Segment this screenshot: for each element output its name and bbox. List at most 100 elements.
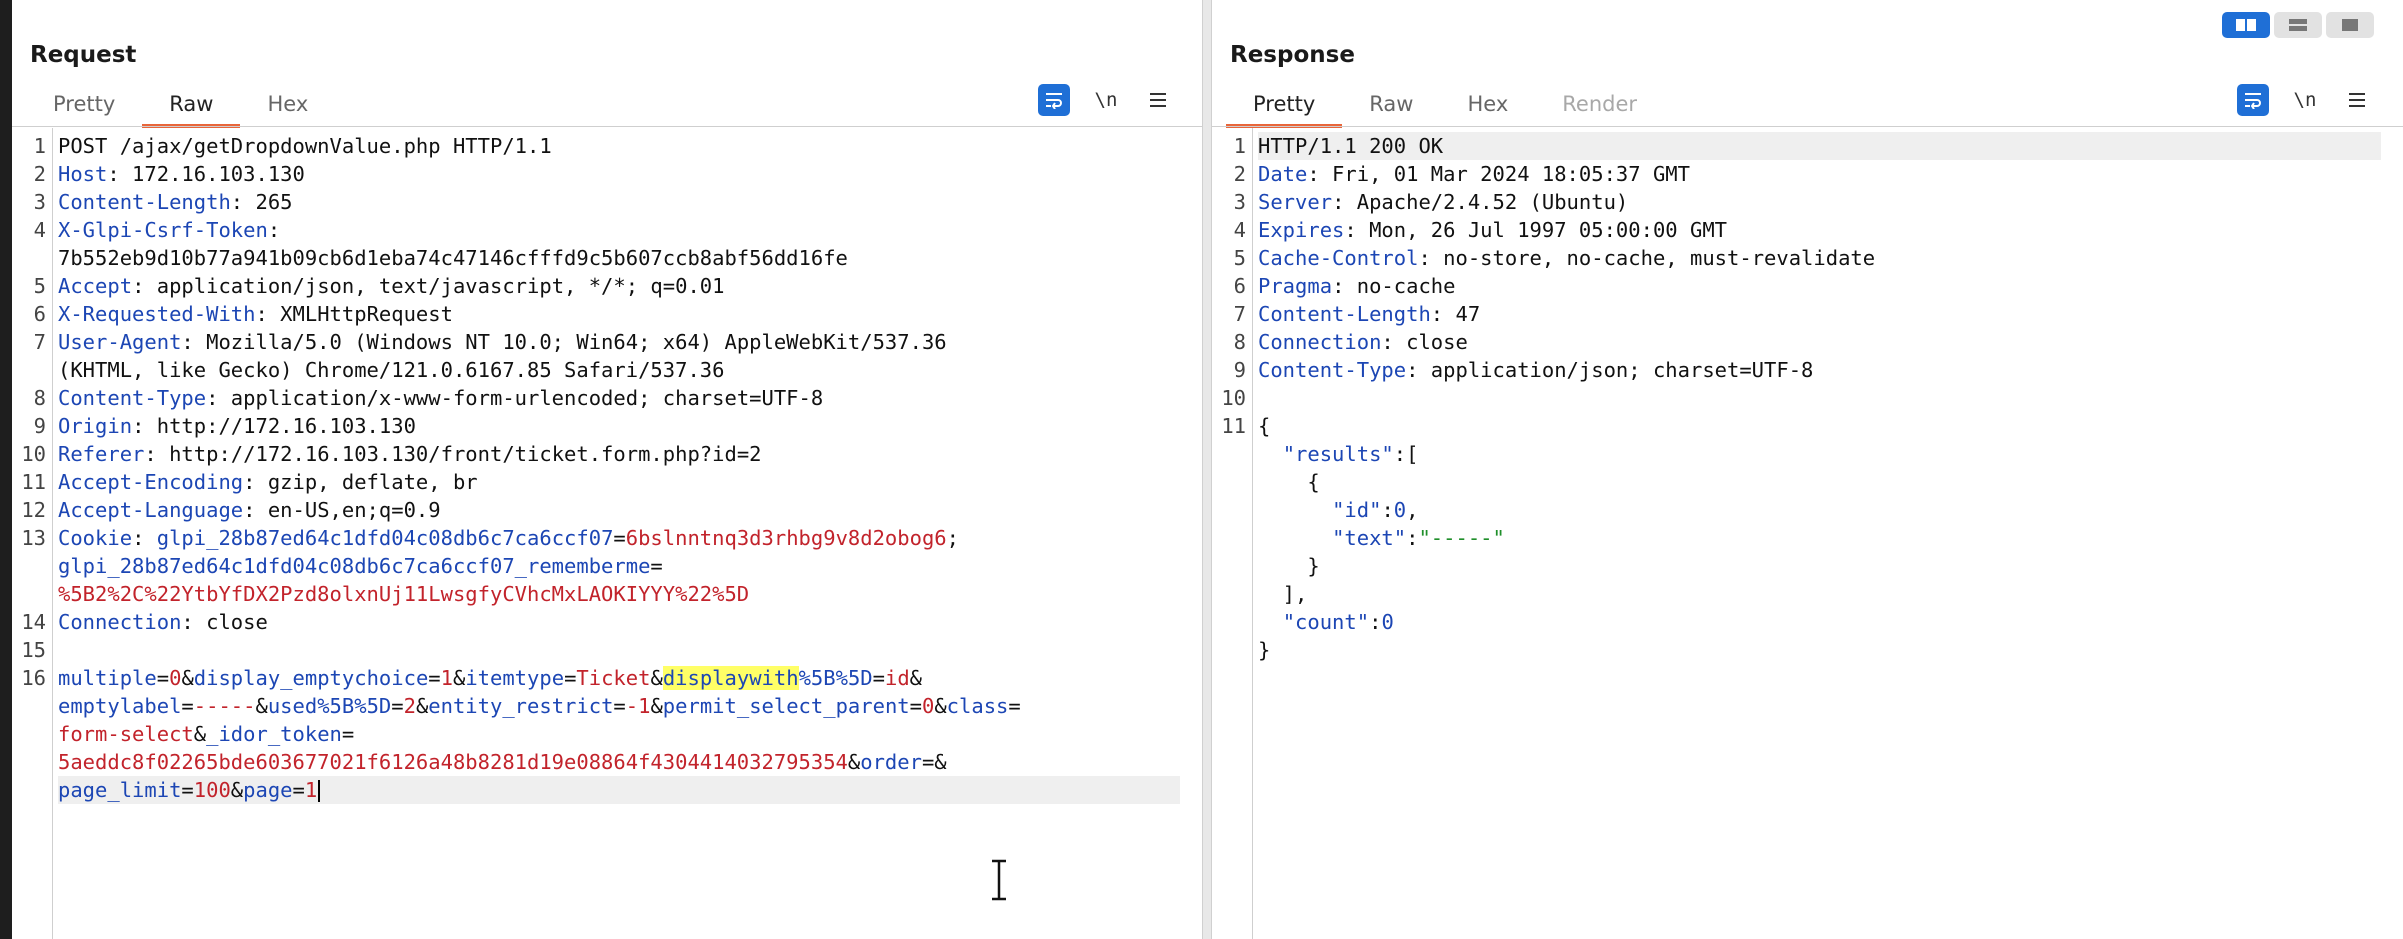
line-number: 4	[33, 218, 46, 242]
code-line: Cookie: glpi_28b87ed64c1dfd04c08db6c7ca6…	[58, 524, 959, 552]
response-tab-raw[interactable]: Raw	[1342, 84, 1440, 124]
code-token: 1	[304, 778, 318, 802]
code-token: =	[909, 694, 922, 718]
line-number: 5	[1233, 246, 1246, 270]
code-token: : no-store, no-cache, must-revalidate	[1418, 246, 1876, 270]
code-line: Origin: http://172.16.103.130	[58, 412, 416, 440]
code-line: }	[1258, 636, 1270, 664]
code-token: : no-cache	[1332, 274, 1456, 298]
code-token: &	[415, 694, 429, 718]
split-horizontal-icon[interactable]	[2222, 12, 2270, 38]
code-line: Connection: close	[1258, 328, 1468, 356]
code-token: User-Agent	[58, 330, 182, 354]
code-token: ],	[1258, 582, 1308, 606]
code-token: =	[564, 666, 577, 690]
text-cursor-icon	[992, 859, 1006, 901]
split-vertical-icon[interactable]	[2274, 12, 2322, 38]
code-token: }	[1258, 554, 1320, 578]
newline-toggle-label: \n	[1094, 89, 1118, 111]
code-token: id	[884, 666, 910, 690]
code-token: 0	[169, 666, 182, 690]
code-token: emptylabel	[58, 694, 182, 718]
code-token: =	[391, 694, 404, 718]
code-line: Date: Fri, 01 Mar 2024 18:05:37 GMT	[1258, 160, 1690, 188]
line-number: 7	[1233, 302, 1246, 326]
code-token: Ticket	[576, 666, 651, 690]
code-token: : Apache/2.4.52 (Ubuntu)	[1332, 190, 1629, 214]
line-number: 15	[21, 638, 46, 662]
code-line: Content-Length: 265	[58, 188, 293, 216]
hamburger-menu-icon[interactable]	[2341, 84, 2373, 116]
line-number: 2	[1233, 162, 1246, 186]
code-token: Host	[58, 162, 108, 186]
code-line: Accept: application/json, text/javascrip…	[58, 272, 724, 300]
code-token: HTTP/1.1 200 OK	[1258, 134, 1444, 158]
code-token: : en-US,en;q=0.9	[243, 498, 441, 522]
code-token: _idor_token	[206, 722, 342, 746]
code-token: :	[1406, 526, 1419, 550]
code-token: multiple	[58, 666, 157, 690]
code-token: =	[156, 666, 170, 690]
code-line: Content-Length: 47	[1258, 300, 1480, 328]
code-token: Connection	[1258, 330, 1382, 354]
code-token: &	[847, 750, 861, 774]
wrap-lines-icon[interactable]	[1038, 84, 1070, 116]
code-token: =	[428, 666, 441, 690]
code-token: =	[181, 694, 194, 718]
code-line: Referer: http://172.16.103.130/front/tic…	[58, 440, 762, 468]
code-token: page	[243, 778, 293, 802]
line-number: 9	[1233, 358, 1246, 382]
line-number: 7	[33, 330, 46, 354]
response-tab-hex[interactable]: Hex	[1440, 84, 1535, 124]
single-pane-icon[interactable]	[2326, 12, 2374, 38]
show-newlines-icon[interactable]: \n	[2289, 84, 2321, 116]
show-newlines-icon[interactable]: \n	[1090, 84, 1122, 116]
code-line: Content-Type: application/json; charset=…	[1258, 356, 1813, 384]
request-tabs: Pretty Raw Hex	[26, 84, 335, 128]
text-caret	[318, 780, 321, 802]
pane-divider[interactable]	[1202, 0, 1212, 939]
code-line: "id":0,	[1258, 496, 1418, 524]
code-token: Content-Length	[1258, 302, 1431, 326]
code-token: Cache-Control	[1258, 246, 1419, 270]
code-token: 0	[921, 694, 935, 718]
request-tab-raw[interactable]: Raw	[142, 84, 241, 128]
code-token: "results"	[1282, 442, 1394, 466]
code-token: : Mozilla/5.0 (Windows NT 10.0; Win64; x…	[181, 330, 947, 354]
hamburger-menu-icon[interactable]	[1142, 84, 1174, 116]
response-editor[interactable]: 1 HTTP/1.1 200 OK 2 Date: Fri, 01 Mar 2024 …	[1212, 128, 2403, 939]
code-token: Accept	[58, 274, 133, 298]
response-tab-render[interactable]: Render	[1535, 84, 1664, 124]
code-token: : Fri, 01 Mar 2024 18:05:37 GMT	[1307, 162, 1690, 186]
code-token: Server	[1258, 190, 1333, 214]
wrap-lines-icon[interactable]	[2237, 84, 2269, 116]
code-token: =	[613, 526, 626, 550]
code-token: ;	[946, 526, 959, 550]
code-token: permit_select_parent	[662, 694, 910, 718]
code-line: %5B2%2C%22YtbYfDX2Pzd8olxnUj11LwsgfyCVhc…	[58, 580, 749, 608]
response-tabs: Pretty Raw Hex Render	[1226, 84, 1664, 128]
code-token: 2	[403, 694, 416, 718]
code-line: Expires: Mon, 26 Jul 1997 05:00:00 GMT	[1258, 216, 1727, 244]
response-tab-pretty[interactable]: Pretty	[1226, 84, 1343, 128]
code-token: {	[1258, 470, 1320, 494]
code-token: 0	[1381, 610, 1394, 634]
line-number: 3	[33, 190, 46, 214]
code-token: :[	[1393, 442, 1419, 466]
code-token: :	[132, 526, 157, 550]
request-title: Request	[30, 42, 137, 68]
request-editor[interactable]: 1 POST /ajax/getDropdownValue.php HTTP/1.…	[12, 128, 1202, 939]
request-tab-separator	[12, 126, 1202, 127]
code-line: "count":0	[1258, 608, 1394, 636]
code-line: emptylabel=-----&used%5B%5D=2&entity_res…	[58, 692, 1021, 720]
code-token: : close	[181, 610, 268, 634]
request-tab-hex[interactable]: Hex	[240, 84, 335, 124]
code-line: Accept-Language: en-US,en;q=0.9	[58, 496, 441, 524]
code-token: itemtype	[465, 666, 565, 690]
code-line: glpi_28b87ed64c1dfd04c08db6c7ca6ccf07_re…	[58, 552, 663, 580]
request-toolbar: \n	[1038, 84, 1174, 116]
request-tab-pretty[interactable]: Pretty	[26, 84, 142, 124]
line-number: 6	[1233, 274, 1246, 298]
